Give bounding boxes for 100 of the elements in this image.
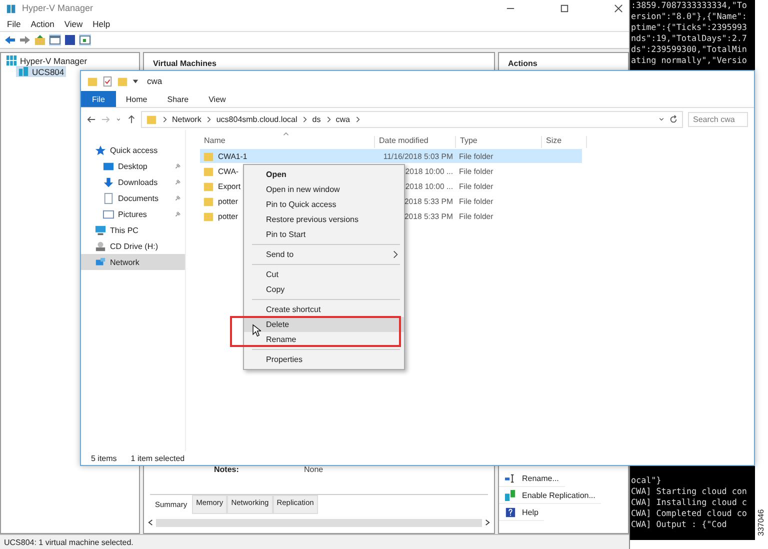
column-header[interactable]: Type bbox=[456, 136, 542, 148]
nav-item[interactable]: Quick access bbox=[81, 142, 185, 158]
dropdown-icon[interactable] bbox=[132, 78, 139, 84]
sort-caret-icon bbox=[283, 132, 289, 136]
selection-count: 1 item selected bbox=[130, 454, 185, 462]
ribbon-tab[interactable]: Share bbox=[157, 91, 199, 107]
back-icon[interactable] bbox=[4, 34, 16, 46]
help-item[interactable]: Help bbox=[499, 504, 544, 521]
chevron-right-icon[interactable] bbox=[354, 116, 360, 122]
panel-icon[interactable] bbox=[79, 34, 91, 46]
breadcrumb-item[interactable]: cwa bbox=[336, 114, 350, 124]
refresh-icon[interactable] bbox=[669, 114, 678, 124]
address-bar[interactable]: Network ucs804smb.cloud.local ds cwa bbox=[141, 110, 683, 128]
chevron-right-icon[interactable] bbox=[302, 116, 308, 122]
horizontal-scrollbar[interactable] bbox=[148, 518, 490, 527]
servers-icon bbox=[505, 490, 516, 500]
nav-item[interactable]: Downloads bbox=[81, 174, 185, 190]
console-line: ating normally","Versio bbox=[630, 55, 748, 66]
column-header[interactable]: Size bbox=[542, 136, 587, 148]
chevron-right-icon[interactable] bbox=[206, 116, 212, 122]
console-line: ersion":"8.0"},{"Name": bbox=[630, 11, 748, 22]
menu-item[interactable]: File bbox=[7, 18, 21, 28]
back-icon[interactable] bbox=[87, 114, 96, 124]
folder-icon bbox=[87, 76, 98, 86]
menu-item[interactable]: Help bbox=[92, 18, 110, 28]
desktop-icon bbox=[103, 160, 114, 172]
breadcrumb-item[interactable]: ds bbox=[312, 114, 321, 124]
nav-item[interactable]: Network bbox=[81, 254, 185, 270]
item-count: 5 items bbox=[91, 454, 117, 462]
folder-up-icon[interactable] bbox=[34, 34, 46, 46]
pin-icon[interactable] bbox=[174, 194, 181, 202]
menu-item[interactable]: Action bbox=[30, 18, 54, 28]
menu-item[interactable]: Open bbox=[244, 167, 404, 182]
console-line: CWA] Installing cloud c bbox=[630, 497, 748, 508]
nav-item[interactable]: Desktop bbox=[81, 158, 185, 174]
menu-item[interactable]: Open in new window bbox=[244, 182, 404, 197]
folder-icon bbox=[203, 166, 214, 176]
scroll-left-icon[interactable] bbox=[148, 519, 153, 526]
chevron-right-icon[interactable] bbox=[326, 116, 331, 122]
document-icon bbox=[103, 192, 114, 204]
chevron-right-icon[interactable] bbox=[162, 116, 167, 122]
drive-icon bbox=[95, 240, 106, 252]
menu-item[interactable]: Restore previous versions bbox=[244, 212, 404, 227]
ribbon-tab[interactable]: Home bbox=[116, 91, 158, 107]
pin-icon[interactable] bbox=[174, 162, 181, 170]
panel-icon[interactable] bbox=[49, 34, 61, 46]
menu-item[interactable]: Copy bbox=[244, 282, 404, 297]
folder-icon bbox=[146, 114, 157, 124]
menu-item[interactable]: Create shortcut bbox=[244, 302, 404, 317]
nav-item[interactable]: CD Drive (H:) bbox=[81, 238, 185, 254]
menu-item[interactable]: Delete bbox=[244, 317, 404, 332]
pc-icon bbox=[95, 224, 106, 236]
breadcrumb-item[interactable]: Network bbox=[172, 114, 202, 124]
console-line: ocal"} bbox=[630, 475, 662, 486]
rename-item[interactable]: Rename... bbox=[499, 470, 565, 487]
server-icon bbox=[18, 66, 29, 77]
menu-item[interactable]: Properties bbox=[244, 352, 404, 367]
detail-value: None bbox=[304, 465, 324, 474]
menu-item[interactable]: View bbox=[64, 18, 83, 28]
console-line: CWA] Completed cloud co bbox=[630, 508, 748, 519]
menu-item[interactable]: Pin to Quick access bbox=[244, 197, 404, 212]
pin-icon[interactable] bbox=[174, 178, 181, 186]
search-field[interactable]: Search cwa bbox=[688, 112, 748, 126]
detail-label: Notes: bbox=[214, 465, 240, 474]
picture-icon bbox=[103, 208, 114, 220]
tree-item[interactable]: UCS804 bbox=[16, 66, 66, 77]
ribbon-tab[interactable]: File bbox=[81, 91, 116, 107]
menu-item[interactable]: Send to bbox=[244, 247, 404, 262]
console-line: CWA] Starting cloud con bbox=[630, 486, 748, 497]
folder-icon bbox=[203, 196, 214, 206]
scroll-right-icon[interactable] bbox=[485, 519, 490, 526]
cursor-icon bbox=[252, 324, 261, 337]
star-icon bbox=[95, 144, 106, 156]
tree-item[interactable]: Hyper-V Manager bbox=[4, 55, 90, 66]
nav-item[interactable]: Pictures bbox=[81, 206, 185, 222]
folder-icon bbox=[203, 210, 214, 222]
ribbon-tab[interactable]: View bbox=[198, 91, 236, 107]
nav-item[interactable]: This PC bbox=[81, 222, 185, 238]
menu-item[interactable]: Pin to Start bbox=[244, 227, 404, 242]
forward-icon[interactable] bbox=[19, 34, 31, 46]
column-header[interactable]: Date modified bbox=[375, 136, 456, 148]
breadcrumb-item[interactable]: ucs804smb.cloud.local bbox=[216, 114, 298, 124]
close-icon[interactable] bbox=[614, 4, 623, 12]
maximize-icon[interactable] bbox=[560, 4, 569, 12]
server-icon bbox=[6, 2, 17, 14]
network-icon bbox=[95, 256, 106, 268]
rename-icon bbox=[505, 472, 516, 484]
up-arrow-icon[interactable] bbox=[127, 114, 136, 124]
properties-icon[interactable] bbox=[102, 76, 113, 86]
chevron-down-icon[interactable] bbox=[659, 116, 664, 122]
window-title: cwa bbox=[147, 76, 162, 86]
grid-icon bbox=[6, 55, 17, 66]
console-line: :3859.7087333333334,"To bbox=[630, 0, 748, 11]
pin-icon[interactable] bbox=[174, 210, 181, 218]
menu-item[interactable]: Cut bbox=[244, 267, 404, 282]
column-header[interactable]: Name bbox=[200, 136, 375, 148]
console-line: CWA] Output : {"Cod bbox=[630, 519, 728, 530]
console-line: ptime":{"Ticks":2395993 bbox=[630, 22, 748, 33]
nav-item[interactable]: Documents bbox=[81, 190, 185, 206]
replication-item[interactable]: Enable Replication... bbox=[499, 487, 602, 504]
